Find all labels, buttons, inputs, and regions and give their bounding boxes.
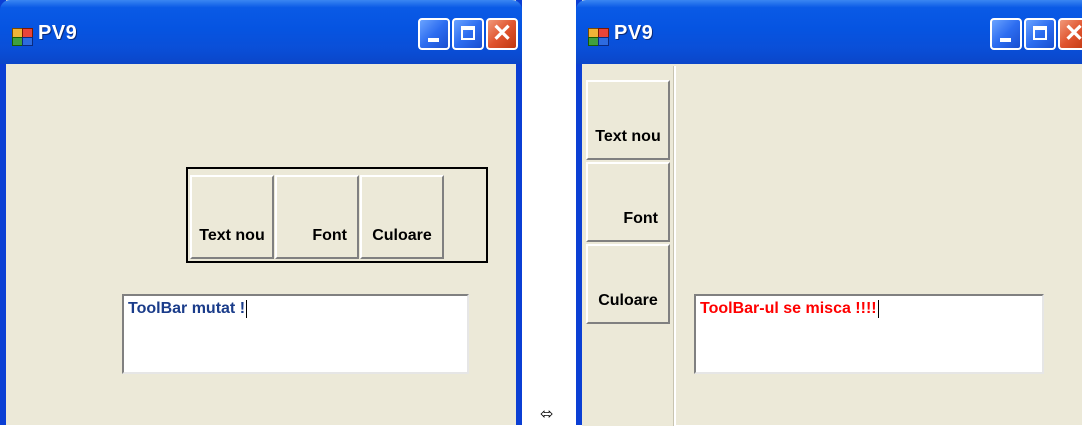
text-input-value: ToolBar mutat ! — [128, 300, 246, 318]
text-nou-button[interactable]: Text nou — [190, 175, 274, 259]
maximize-button[interactable] — [1024, 18, 1056, 50]
minimize-button[interactable] — [990, 18, 1022, 50]
toolbar-vertical: Text nou Font Culoare — [582, 66, 676, 426]
text-input-value: ToolBar-ul se misca !!!! — [700, 300, 877, 318]
title-bar[interactable]: PV9 ✕ — [576, 0, 1082, 64]
close-icon: ✕ — [491, 20, 513, 47]
minimize-icon — [428, 38, 439, 42]
window-left: PV9 ✕ Text nou Font Culoare ToolBar muta… — [0, 0, 522, 425]
culoare-button[interactable]: Culoare — [586, 244, 670, 324]
window-right: PV9 ✕ Text nou Font Culoare ToolBar-ul s… — [576, 0, 1082, 426]
text-input[interactable]: ToolBar-ul se misca !!!! — [694, 294, 1044, 374]
font-button[interactable]: Font — [275, 175, 359, 259]
toolbar: Text nou Font Culoare — [186, 167, 488, 263]
app-icon[interactable] — [588, 28, 609, 46]
close-icon: ✕ — [1063, 20, 1082, 47]
text-nou-button[interactable]: Text nou — [586, 80, 670, 160]
double-arrow-icon: ⬄ — [540, 404, 554, 423]
text-caret — [877, 300, 879, 318]
client-area: Text nou Font Culoare ToolBar mutat ! — [6, 64, 516, 425]
window-title: PV9 — [614, 22, 654, 44]
maximize-button[interactable] — [452, 18, 484, 50]
font-button[interactable]: Font — [586, 162, 670, 242]
text-caret — [246, 300, 248, 318]
maximize-icon — [461, 26, 475, 40]
maximize-icon — [1033, 26, 1047, 40]
app-icon[interactable] — [12, 28, 33, 46]
minimize-button[interactable] — [418, 18, 450, 50]
text-input[interactable]: ToolBar mutat ! — [122, 294, 469, 374]
window-title: PV9 — [38, 22, 78, 44]
client-area: Text nou Font Culoare ToolBar-ul se misc… — [582, 64, 1082, 426]
title-bar[interactable]: PV9 ✕ — [0, 0, 522, 64]
culoare-button[interactable]: Culoare — [360, 175, 444, 259]
close-button[interactable]: ✕ — [486, 18, 518, 50]
minimize-icon — [1000, 38, 1011, 42]
close-button[interactable]: ✕ — [1058, 18, 1082, 50]
